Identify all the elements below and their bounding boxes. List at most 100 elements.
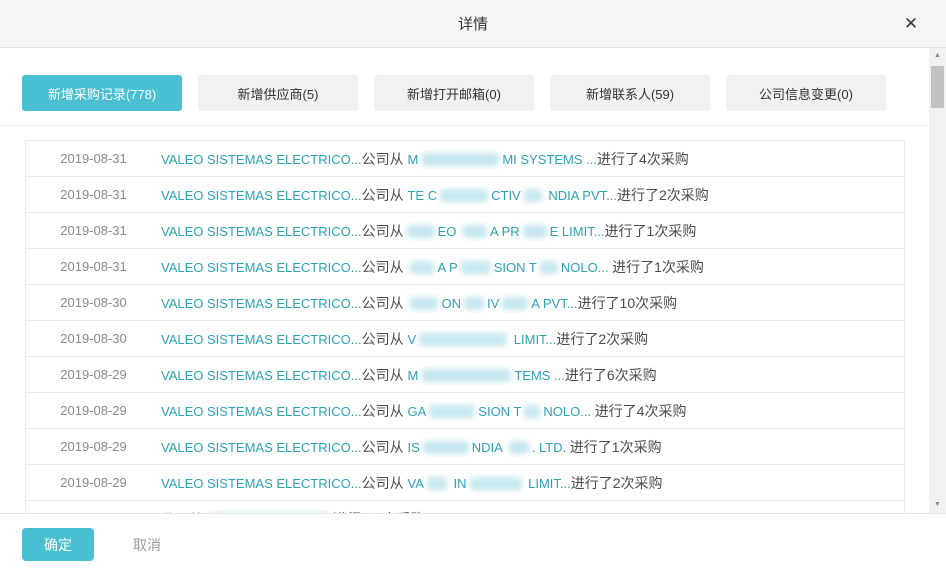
redacted-text (470, 477, 522, 490)
row-prefix: 公司从 (362, 331, 408, 347)
dialog-footer: 确定 取消 (0, 513, 946, 575)
supplier-fragment: GA (407, 404, 426, 419)
list-item: 2019-08-31VALEO SISTEMAS ELECTRICO...公司从… (26, 177, 904, 213)
supplier-fragment: . LTD. (532, 440, 570, 455)
supplier-fragment: NDIA (472, 440, 506, 455)
redacted-text (410, 297, 438, 310)
redacted-text (423, 441, 469, 454)
row-action: 进行了4次采购 (597, 151, 689, 167)
supplier-fragment: LIMIT... (525, 476, 571, 491)
tab-0[interactable]: 新增采购记录(778) (22, 75, 182, 111)
dialog-title: 详情 (458, 13, 488, 34)
company-link[interactable]: VALEO SISTEMAS ELECTRICO... (161, 476, 362, 491)
supplier-fragment: VA (407, 476, 423, 491)
row-text: VALEO SISTEMAS ELECTRICO...公司从 GA SION T N… (161, 401, 904, 421)
close-icon[interactable]: ✕ (900, 13, 922, 35)
redacted-text (509, 441, 529, 454)
list-item: 2019-08-31VALEO SISTEMAS ELECTRICO...公司从… (26, 141, 904, 177)
row-date: 2019-08-30 (26, 295, 161, 310)
redacted-text (464, 297, 484, 310)
row-prefix: 公司从 (362, 403, 408, 419)
company-link[interactable]: VALEO SISTEMAS ELECTRICO... (161, 368, 362, 383)
supplier-fragment: CTIV (491, 188, 521, 203)
supplier-fragment: E LIMIT... (550, 224, 605, 239)
row-prefix: 公司从 (362, 475, 408, 491)
supplier-fragment: TE C (407, 188, 437, 203)
supplier-fragment: TEMS ... (514, 368, 565, 383)
supplier-fragment: IN (450, 476, 467, 491)
row-date: 2019-08-31 (26, 151, 161, 166)
row-action: 进行了10次采购 (578, 295, 678, 311)
company-link[interactable]: VALEO SISTEMAS ELECTRICO... (161, 404, 362, 419)
list-item: 2019-08-30VALEO SISTEMAS ELECTRICO...公司从… (26, 321, 904, 357)
redacted-text (502, 297, 528, 310)
supplier-fragment: A PR (490, 224, 520, 239)
redacted-text (421, 369, 511, 382)
cancel-button[interactable]: 取消 (127, 534, 167, 556)
list-item: 2019-08-29VALEO SISTEMAS ELECTRICO...公司从… (26, 393, 904, 429)
company-link[interactable]: VALEO SISTEMAS ELECTRICO... (161, 296, 362, 311)
purchase-list: 2019-08-31VALEO SISTEMAS ELECTRICO...公司从… (25, 140, 905, 514)
row-action: 进行了1次采购 (605, 223, 697, 239)
supplier-fragment: NOLO... (543, 404, 594, 419)
dialog-header: 详情 ✕ (0, 0, 946, 48)
company-link[interactable]: VALEO SISTEMAS ELECTRICO... (161, 440, 362, 455)
row-text: VALEO SISTEMAS ELECTRICO...公司从 M TEMS ...… (161, 365, 904, 385)
scrollbar-down-icon[interactable]: ▼ (929, 497, 946, 513)
supplier-fragment: NDIA PVT... (545, 188, 617, 203)
row-prefix: 公司从 (362, 187, 408, 203)
details-dialog: 详情 ✕ 新增采购记录(778) 新增供应商(5) 新增打开邮箱(0) 新增联系人(5… (0, 0, 946, 575)
confirm-button[interactable]: 确定 (22, 528, 94, 561)
company-link[interactable]: VALEO SISTEMAS ELECTRICO... (161, 260, 362, 275)
redacted-text (540, 261, 558, 274)
row-text: VALEO SISTEMAS ELECTRICO...公司从EO A PRE L… (161, 221, 904, 241)
scrollbar-thumb[interactable] (931, 66, 944, 108)
supplier-fragment: IV (487, 296, 499, 311)
redacted-text (440, 189, 488, 202)
row-action: 进行了4次采购 (595, 403, 687, 419)
row-text: VALEO SISTEMAS ELECTRICO...公司从 ONIVA PVT… (161, 293, 904, 313)
supplier-fragment: ON (441, 296, 461, 311)
row-prefix: 公司从 (362, 259, 408, 275)
row-date: 2019-08-31 (26, 223, 161, 238)
tab-3[interactable]: 新增联系人(59) (550, 75, 710, 111)
row-date: 2019-08-30 (26, 331, 161, 346)
list-item: 2019-08-29VALEO SISTEMAS ELECTRICO...公司从… (26, 429, 904, 465)
supplier-fragment: NOLO... (561, 260, 612, 275)
row-action: 进行了1次采购 (612, 259, 704, 275)
supplier-fragment: EO (438, 224, 460, 239)
tab-2[interactable]: 新增打开邮箱(0) (374, 75, 534, 111)
supplier-fragment: V (407, 332, 416, 347)
redacted-text (523, 225, 547, 238)
row-action: 进行了6次采购 (565, 367, 657, 383)
supplier-fragment: M (407, 368, 418, 383)
supplier-fragment: SION T (494, 260, 537, 275)
list-item: 2019-08-29VALEO SISTEMAS ELECTRICO...公司从… (26, 357, 904, 393)
tab-1[interactable]: 新增供应商(5) (198, 75, 358, 111)
row-date: 2019-08-29 (26, 367, 161, 382)
supplier-fragment: IS (407, 440, 419, 455)
supplier-fragment: SION T (478, 404, 521, 419)
list-item: 2019-08-31VALEO SISTEMAS ELECTRICO...公司从… (26, 213, 904, 249)
company-link[interactable]: VALEO SISTEMAS ELECTRICO... (161, 332, 362, 347)
list-item: 2019-08-31VALEO SISTEMAS ELECTRICO...公司从… (26, 249, 904, 285)
row-text: VALEO SISTEMAS ELECTRICO...公司从 MMI SYSTE… (161, 149, 904, 169)
row-text: VALEO SISTEMAS ELECTRICO...公司从 A PSION T… (161, 257, 904, 277)
scrollbar-up-icon[interactable]: ▲ (929, 48, 946, 64)
row-text: VALEO SISTEMAS ELECTRICO...公司从 TE CCTIV … (161, 185, 904, 205)
scrollbar[interactable]: ▲ ▼ (929, 48, 946, 513)
supplier-fragment: LIMIT... (510, 332, 556, 347)
company-link[interactable]: VALEO SISTEMAS ELECTRICO... (161, 152, 362, 167)
redacted-text (427, 477, 447, 490)
supplier-fragment: A PVT... (531, 296, 577, 311)
row-text: VALEO SISTEMAS ELECTRICO...公司从 ISNDIA . … (161, 437, 904, 457)
company-link[interactable]: VALEO SISTEMAS ELECTRICO... (161, 224, 362, 239)
row-date: 2019-08-29 (26, 403, 161, 418)
redacted-text (463, 225, 487, 238)
tab-bar: 新增采购记录(778) 新增供应商(5) 新增打开邮箱(0) 新增联系人(59) 公司信… (22, 75, 886, 111)
row-prefix: 公司从 (362, 367, 408, 383)
redacted-text (524, 189, 542, 202)
row-text: VALEO SISTEMAS ELECTRICO...公司从 VA IN LIM… (161, 473, 904, 493)
company-link[interactable]: VALEO SISTEMAS ELECTRICO... (161, 188, 362, 203)
tab-4[interactable]: 公司信息变更(0) (726, 75, 886, 111)
